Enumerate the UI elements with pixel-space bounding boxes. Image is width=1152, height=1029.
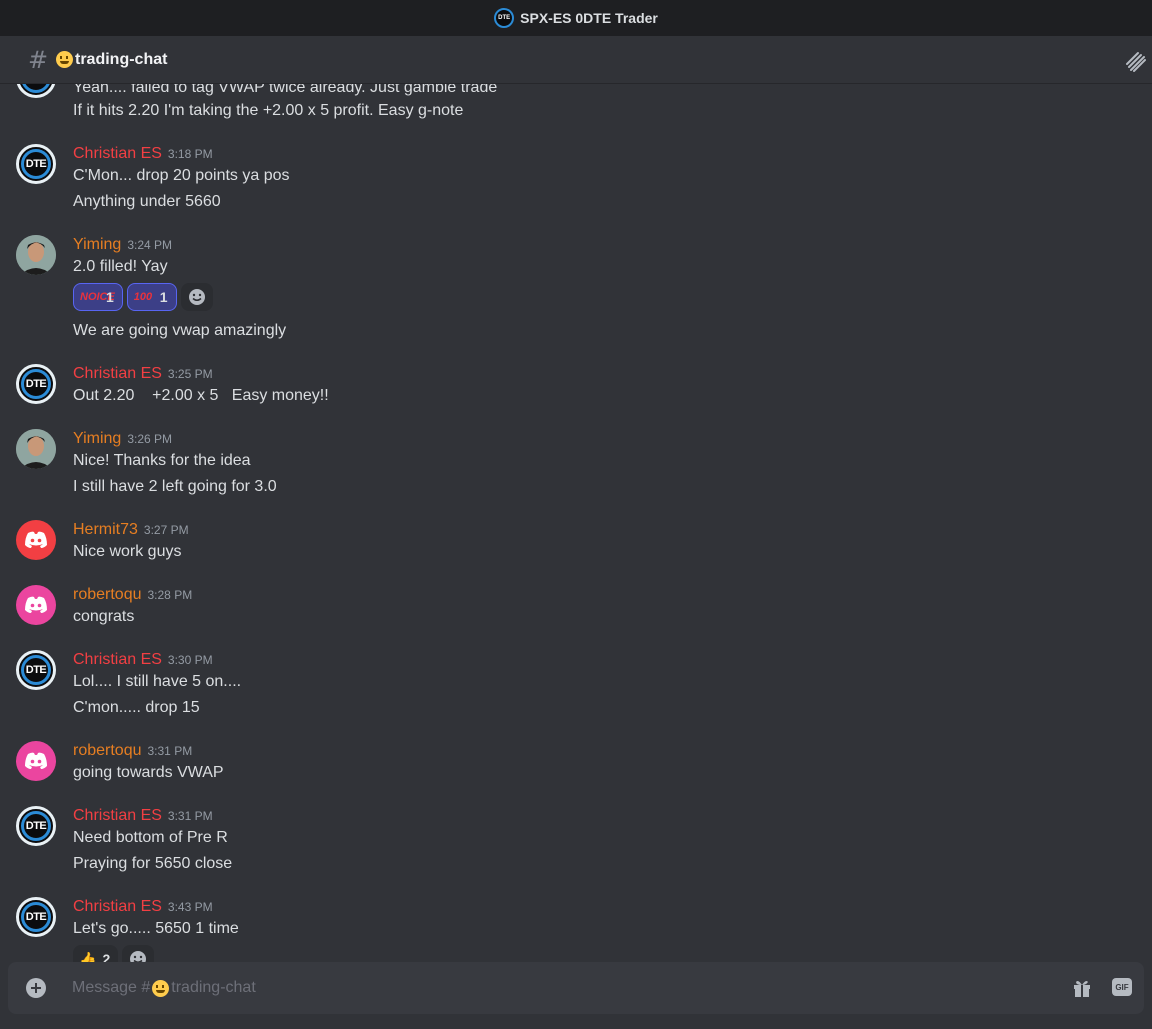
timestamp: 3:30 PM bbox=[167, 653, 213, 667]
hundred-points-icon: 100 bbox=[133, 291, 153, 303]
author-name[interactable]: Yiming bbox=[73, 236, 121, 253]
message-text: Nice work guys bbox=[73, 543, 182, 560]
message-header: Yiming 3:26 PM bbox=[73, 429, 172, 449]
avatar[interactable]: DTE bbox=[16, 364, 56, 404]
avatar[interactable] bbox=[16, 84, 56, 98]
author-name[interactable]: robertoqu bbox=[73, 586, 142, 603]
message-text: Anything under 5660 bbox=[73, 193, 221, 210]
avatar[interactable]: DTE bbox=[16, 897, 56, 937]
avatar[interactable] bbox=[16, 741, 56, 781]
message-text: Lol.... I still have 5 on.... bbox=[73, 673, 242, 690]
author-name[interactable]: robertoqu bbox=[73, 742, 142, 759]
message-header: Christian ES 3:43 PM bbox=[73, 897, 213, 917]
message-text: If it hits 2.20 I'm taking the +2.00 x 5… bbox=[73, 102, 464, 119]
gif-button[interactable]: GIF bbox=[1112, 978, 1132, 996]
grinning-face-icon bbox=[56, 51, 73, 68]
thumbs-up-icon: 👍 bbox=[79, 950, 97, 963]
author-name[interactable]: Christian ES bbox=[73, 145, 162, 162]
message-text: Praying for 5650 close bbox=[73, 855, 233, 872]
composer: Message # trading-chat GIF bbox=[0, 962, 1152, 1029]
message-text: 2.0 filled! Yay bbox=[73, 258, 168, 275]
message-header: Yiming 3:24 PM bbox=[73, 235, 172, 255]
message-header: Christian ES 3:18 PM bbox=[73, 144, 213, 164]
window-title: SPX-ES 0DTE Trader bbox=[520, 10, 658, 26]
timestamp: 3:43 PM bbox=[167, 900, 213, 914]
avatar[interactable] bbox=[16, 585, 56, 625]
message-text: Yeah.... failed to tag VWAP twice alread… bbox=[73, 84, 498, 96]
add-reaction-icon bbox=[130, 951, 147, 962]
avatar[interactable] bbox=[16, 235, 56, 275]
reaction-100[interactable]: 100 1 bbox=[126, 283, 177, 311]
add-reaction-button[interactable] bbox=[122, 945, 155, 962]
timestamp: 3:26 PM bbox=[127, 432, 173, 446]
discord-logo-icon bbox=[25, 531, 47, 548]
channel-header: # trading-chat bbox=[0, 36, 1152, 84]
message-list[interactable]: Yeah.... failed to tag VWAP twice alread… bbox=[0, 84, 1152, 962]
message-placeholder: Message # trading-chat bbox=[72, 979, 256, 997]
timestamp: 3:18 PM bbox=[167, 147, 213, 161]
threads-icon[interactable] bbox=[1124, 50, 1146, 72]
message-header: Christian ES 3:25 PM bbox=[73, 364, 213, 384]
message-text: Nice! Thanks for the idea bbox=[73, 452, 251, 469]
message-header: robertoqu 3:31 PM bbox=[73, 741, 192, 761]
author-name[interactable]: Christian ES bbox=[73, 365, 162, 382]
message-text: Need bottom of Pre R bbox=[73, 829, 228, 846]
message-text: Out 2.20 +2.00 x 5 Easy money!! bbox=[73, 387, 329, 404]
grinning-face-icon bbox=[152, 979, 170, 997]
timestamp: 3:31 PM bbox=[167, 809, 213, 823]
message-text: going towards VWAP bbox=[73, 764, 224, 781]
timestamp: 3:25 PM bbox=[167, 367, 213, 381]
message-header: Christian ES 3:31 PM bbox=[73, 806, 213, 826]
noice-icon: NOICE bbox=[80, 291, 115, 303]
message-header: robertoqu 3:28 PM bbox=[73, 585, 192, 605]
user-photo-icon bbox=[16, 235, 56, 275]
author-name[interactable]: Christian ES bbox=[73, 898, 162, 915]
author-name[interactable]: Christian ES bbox=[73, 807, 162, 824]
channel-hash-icon: # bbox=[28, 45, 49, 74]
message-text: I still have 2 left going for 3.0 bbox=[73, 478, 277, 495]
message-text: C'mon..... drop 15 bbox=[73, 699, 200, 716]
timestamp: 3:27 PM bbox=[143, 523, 189, 537]
message-text: C'Mon... drop 20 points ya pos bbox=[73, 167, 290, 184]
timestamp: 3:31 PM bbox=[147, 744, 193, 758]
reactions: 👍 2 bbox=[73, 945, 155, 963]
reaction-noice[interactable]: NOICE 1 bbox=[73, 283, 123, 311]
author-name[interactable]: Yiming bbox=[73, 430, 121, 447]
discord-logo-icon bbox=[25, 752, 47, 769]
upload-plus-icon[interactable] bbox=[26, 978, 46, 998]
avatar[interactable]: DTE bbox=[16, 650, 56, 690]
message-header: Hermit73 3:27 PM bbox=[73, 520, 189, 540]
author-name[interactable]: Hermit73 bbox=[73, 521, 138, 538]
server-logo-icon: DTE bbox=[494, 8, 515, 28]
message-header: Christian ES 3:30 PM bbox=[73, 650, 213, 670]
message-input[interactable]: Message # trading-chat GIF bbox=[8, 962, 1144, 1014]
avatar[interactable] bbox=[16, 429, 56, 469]
message-text: congrats bbox=[73, 608, 135, 625]
message-text: We are going vwap amazingly bbox=[73, 322, 287, 339]
window-titlebar: DTE SPX-ES 0DTE Trader bbox=[0, 0, 1152, 36]
channel-name: trading-chat bbox=[75, 50, 168, 68]
add-reaction-button[interactable] bbox=[180, 283, 213, 311]
message-text: Let's go..... 5650 1 time bbox=[73, 920, 239, 937]
add-reaction-icon bbox=[188, 289, 205, 305]
timestamp: 3:28 PM bbox=[147, 588, 193, 602]
reactions: NOICE 1 100 1 bbox=[73, 283, 213, 311]
reaction-thumbs-up[interactable]: 👍 2 bbox=[73, 945, 119, 963]
timestamp: 3:24 PM bbox=[127, 238, 173, 252]
gift-icon[interactable] bbox=[1072, 978, 1092, 998]
avatar[interactable] bbox=[16, 520, 56, 560]
author-name[interactable]: Christian ES bbox=[73, 651, 162, 668]
user-photo-icon bbox=[16, 429, 56, 469]
avatar[interactable]: DTE bbox=[16, 806, 56, 846]
avatar[interactable]: DTE bbox=[16, 144, 56, 184]
discord-logo-icon bbox=[25, 596, 47, 613]
